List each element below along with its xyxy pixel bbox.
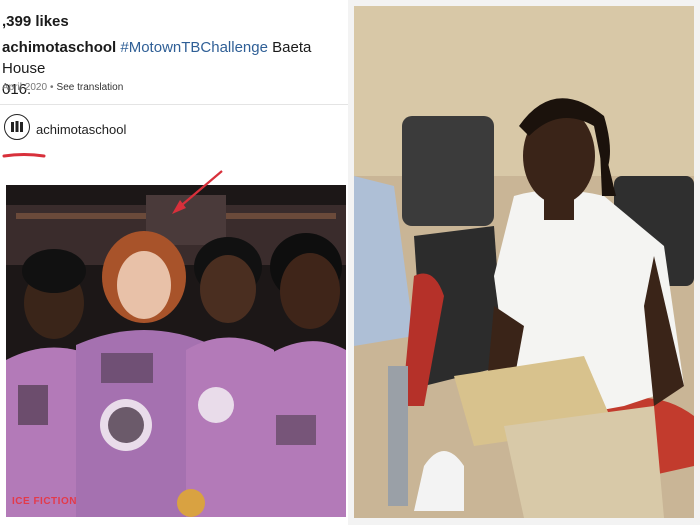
- caption-username[interactable]: achimotaschool: [2, 39, 116, 56]
- divider: [0, 104, 348, 105]
- group-photo: [6, 185, 346, 517]
- red-underline-icon: [2, 153, 46, 158]
- red-arrow-icon: [172, 170, 223, 214]
- school-crest-icon[interactable]: [4, 114, 30, 140]
- post-meta: April 2020 • See translation: [2, 82, 123, 93]
- account-name[interactable]: achimotaschool: [36, 122, 126, 137]
- watermark: ICE FICTION: [12, 496, 77, 507]
- portrait-photo: [354, 6, 694, 518]
- caption-hashtag[interactable]: #MotownTBChallenge: [120, 39, 268, 56]
- post-date: April 2020: [2, 82, 48, 93]
- collage: ,399 likes achimotaschool #MotownTBChall…: [0, 0, 700, 525]
- likes-count[interactable]: ,399 likes: [2, 13, 69, 30]
- see-translation-link[interactable]: See translation: [57, 82, 124, 93]
- instagram-screenshot-panel: ,399 likes achimotaschool #MotownTBChall…: [0, 0, 348, 525]
- meta-separator: •: [50, 82, 54, 93]
- account-row[interactable]: achimotaschool: [0, 112, 348, 148]
